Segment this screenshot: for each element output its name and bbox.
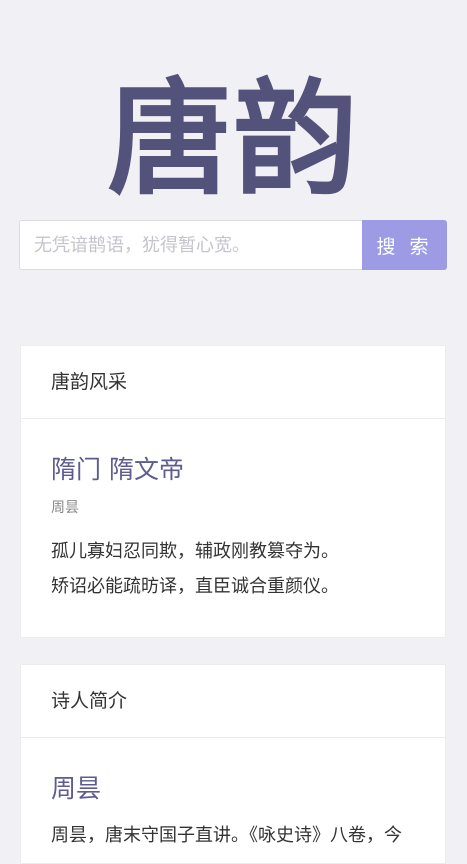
site-logo: 唐韵 — [107, 67, 360, 212]
poem-lines: 孤儿寡妇忍同欺，辅政刚教篡夺为。 矫诏必能疏昉译，直臣诚合重颜仪。 — [51, 534, 415, 604]
poet-intro-card: 诗人简介 周昙 周昙，唐末守国子直讲。《咏史诗》八卷，今 — [20, 664, 446, 864]
poet-bio: 周昙，唐末守国子直讲。《咏史诗》八卷，今 — [51, 825, 402, 846]
search-button[interactable]: 搜 索 — [362, 220, 447, 270]
featured-poem-section-title: 唐韵风采 — [21, 346, 445, 419]
featured-poem-body: 隋门 隋文帝 周昙 孤儿寡妇忍同欺，辅政刚教篡夺为。 矫诏必能疏昉译，直臣诚合重… — [21, 452, 445, 604]
poem-line: 矫诏必能疏昉译，直臣诚合重颜仪。 — [51, 576, 339, 597]
poet-intro-body: 周昙 周昙，唐末守国子直讲。《咏史诗》八卷，今 — [21, 771, 445, 851]
poem-line: 孤儿寡妇忍同欺，辅政刚教篡夺为。 — [51, 541, 339, 562]
poet-name[interactable]: 周昙 — [51, 771, 415, 807]
search-bar: 搜 索 — [19, 220, 447, 270]
featured-poem-card: 唐韵风采 隋门 隋文帝 周昙 孤儿寡妇忍同欺，辅政刚教篡夺为。 矫诏必能疏昉译，… — [20, 345, 446, 638]
poem-title[interactable]: 隋门 隋文帝 — [51, 452, 415, 488]
search-input[interactable] — [19, 220, 362, 270]
poet-intro-section-title: 诗人简介 — [21, 665, 445, 738]
poem-author[interactable]: 周昙 — [51, 498, 415, 518]
